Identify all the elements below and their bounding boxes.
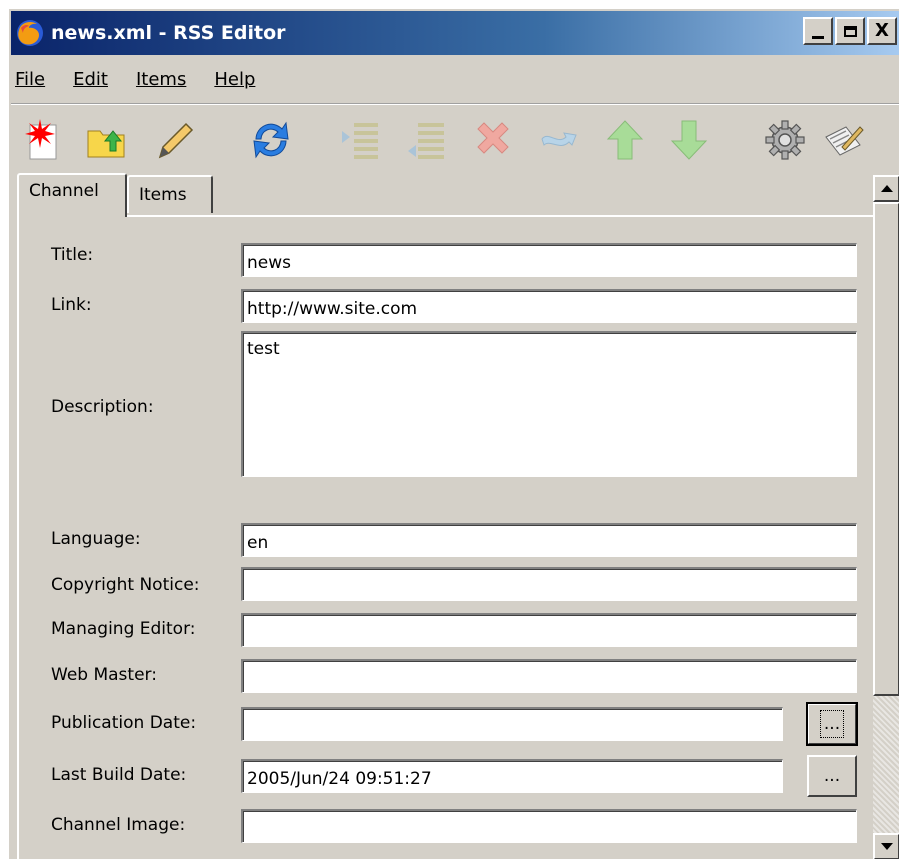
- last-build-date-picker-label: ...: [823, 766, 841, 786]
- move-up-icon: [606, 120, 644, 160]
- settings-button[interactable]: [761, 112, 809, 168]
- window-controls: X: [801, 17, 897, 45]
- title-label: Title:: [51, 245, 94, 265]
- menu-edit[interactable]: Edit: [69, 69, 122, 90]
- refresh-button[interactable]: [247, 112, 295, 168]
- description-textarea[interactable]: test: [241, 331, 857, 477]
- tab-items[interactable]: Items: [127, 175, 213, 213]
- last-build-date-input[interactable]: 2005/Jun/24 09:51:27: [241, 759, 783, 793]
- menu-file[interactable]: File: [11, 69, 59, 90]
- delete-icon: [477, 122, 509, 154]
- edit-button[interactable]: [151, 112, 199, 168]
- scroll-up-icon: [880, 185, 893, 192]
- minimize-icon: [812, 35, 824, 39]
- web-master-input[interactable]: [241, 659, 857, 693]
- menu-help[interactable]: Help: [210, 69, 269, 90]
- copyright-input[interactable]: [241, 567, 857, 601]
- scroll-thumb[interactable]: [873, 202, 899, 696]
- web-master-label: Web Master:: [51, 665, 157, 685]
- channel-image-label: Channel Image:: [51, 815, 186, 835]
- description-label: Description:: [51, 397, 154, 417]
- maximize-button[interactable]: [835, 17, 865, 45]
- window-title: news.xml - RSS Editor: [51, 22, 286, 44]
- refresh-icon: [253, 121, 289, 159]
- menu-edit-label: Edit: [73, 68, 108, 90]
- outdent-button[interactable]: [405, 112, 453, 168]
- new-file-icon: [25, 119, 57, 160]
- menu-items[interactable]: Items: [132, 69, 200, 90]
- language-input[interactable]: en: [241, 523, 857, 557]
- managing-editor-label: Managing Editor:: [51, 619, 196, 639]
- undo-icon: [541, 132, 577, 146]
- open-folder-icon: [87, 130, 125, 158]
- menu-file-label: File: [15, 68, 46, 90]
- maximize-icon: [843, 25, 857, 37]
- language-label: Language:: [51, 529, 141, 549]
- indent-icon: [342, 123, 378, 159]
- tab-channel-label: Channel: [29, 181, 99, 201]
- menu-help-label: Help: [214, 68, 256, 90]
- tab-channel[interactable]: Channel: [17, 173, 127, 217]
- scroll-down-icon: [880, 843, 893, 850]
- publish-icon: [825, 126, 864, 156]
- settings-gear-icon: [765, 120, 805, 160]
- minimize-button[interactable]: [803, 17, 833, 45]
- channel-image-input[interactable]: [241, 809, 857, 843]
- link-label: Link:: [51, 295, 92, 315]
- firefox-app-icon: [17, 20, 43, 46]
- tab-items-label: Items: [139, 185, 187, 205]
- menu-items-label: Items: [135, 68, 187, 90]
- title-input[interactable]: news: [241, 243, 857, 277]
- new-button[interactable]: [21, 112, 69, 168]
- toolbar: [11, 103, 899, 176]
- move-down-button[interactable]: [665, 112, 713, 168]
- move-up-button[interactable]: [601, 112, 649, 168]
- close-icon: X: [875, 20, 889, 41]
- title-bar[interactable]: news.xml - RSS Editor X: [11, 11, 899, 55]
- menu-bar: File Edit Items Help: [11, 61, 279, 97]
- scroll-down-button[interactable]: [873, 833, 899, 859]
- link-input[interactable]: http://www.site.com: [241, 289, 857, 323]
- outdent-icon: [408, 123, 444, 159]
- publication-date-picker-label: ...: [819, 710, 845, 738]
- scroll-up-button[interactable]: [873, 175, 899, 202]
- delete-button[interactable]: [469, 112, 517, 168]
- copyright-label: Copyright Notice:: [51, 575, 200, 595]
- indent-button[interactable]: [337, 112, 385, 168]
- edit-pencil-icon: [158, 122, 194, 159]
- last-build-date-picker-button[interactable]: ...: [807, 755, 857, 797]
- publish-button[interactable]: [819, 112, 867, 168]
- publication-date-picker-button[interactable]: ...: [806, 702, 858, 746]
- last-build-date-label: Last Build Date:: [51, 765, 187, 785]
- close-button[interactable]: X: [867, 17, 897, 45]
- vertical-scrollbar[interactable]: [873, 175, 899, 859]
- managing-editor-input[interactable]: [241, 613, 857, 647]
- open-button[interactable]: [83, 112, 131, 168]
- rss-editor-window: news.xml - RSS Editor X File Edit Items …: [8, 8, 899, 859]
- publication-date-input[interactable]: [241, 707, 783, 741]
- move-down-icon: [670, 120, 708, 160]
- undo-button[interactable]: [535, 112, 583, 168]
- publication-date-label: Publication Date:: [51, 713, 197, 733]
- channel-panel: Title: news Link: http://www.site.com De…: [17, 215, 873, 859]
